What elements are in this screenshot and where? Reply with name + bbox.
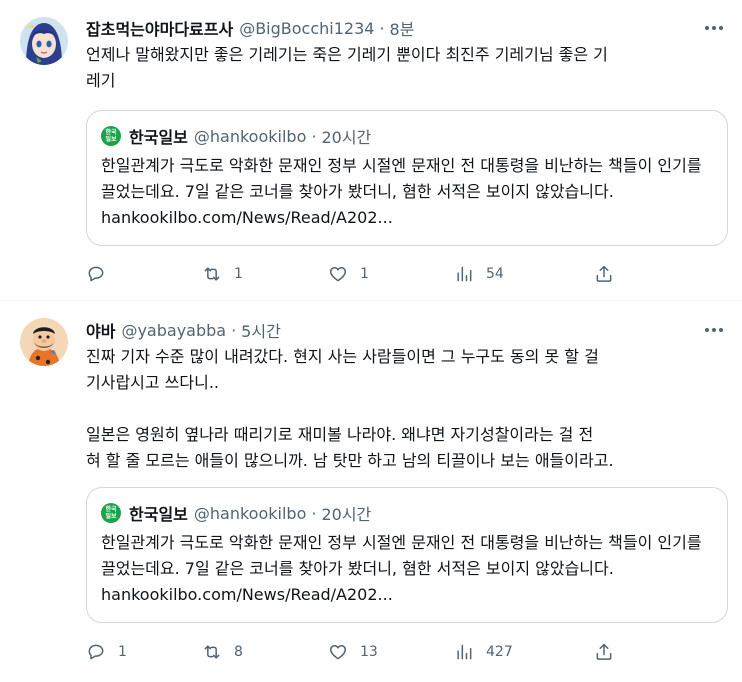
more-options-icon[interactable]: [702, 320, 726, 340]
quoted-timestamp: 20시간: [321, 128, 372, 147]
views-count: 54: [486, 266, 504, 282]
reply-icon: [88, 644, 104, 660]
author-name[interactable]: 잡초먹는야마다료프사: [86, 16, 233, 40]
quoted-tweet[interactable]: 한국 일보 한국일보 @hankookilbo · 20시간 한일관계가 극도로 …: [86, 487, 728, 623]
heart-icon: [329, 645, 347, 660]
separator: ·: [311, 503, 317, 523]
quoted-tweet-text: 한일관계가 극도로 악화한 문재인 정부 시절엔 문재인 전 대통령을 비난하는…: [101, 156, 702, 227]
views-button[interactable]: 54: [454, 256, 504, 292]
retweet-count: 1: [234, 266, 243, 282]
retweet-button[interactable]: 8: [202, 634, 243, 670]
timestamp[interactable]: 5시간: [241, 318, 281, 342]
like-count: 13: [360, 644, 378, 660]
quoted-tweet-text: 한일관계가 극도로 악화한 문재인 정부 시절엔 문재인 전 대통령을 비난하는…: [101, 533, 702, 604]
hankook-logo-icon: 한국 일보: [101, 503, 121, 523]
avatar[interactable]: [20, 318, 68, 366]
reply-icon: [88, 266, 104, 282]
share-button[interactable]: [594, 634, 614, 670]
retweet-icon: [204, 267, 220, 281]
author-handle[interactable]: @BigBocchi1234: [239, 19, 374, 38]
hankook-logo-icon: 한국 일보: [101, 126, 121, 146]
quoted-author-name: 한국일보: [129, 128, 188, 147]
share-icon: [596, 265, 612, 282]
quoted-author-handle: @hankookilbo: [193, 126, 307, 146]
share-icon: [596, 643, 612, 660]
tweet-header: 잡초먹는야마다료프사 @BigBocchi1234 · 8분: [86, 16, 414, 40]
like-button[interactable]: 13: [328, 634, 378, 670]
views-button[interactable]: 427: [454, 634, 513, 670]
like-button[interactable]: 1: [328, 256, 369, 292]
reply-count: 1: [118, 644, 127, 660]
author-name[interactable]: 야바: [86, 318, 115, 342]
anime-girl-avatar-icon: [20, 17, 68, 65]
quoted-tweet-header: 한국 일보 한국일보 @hankookilbo · 20시간: [101, 125, 371, 147]
caveman-avatar-icon: [20, 318, 68, 366]
reply-button[interactable]: [86, 256, 118, 292]
tweet-text: 언제나 말해왔지만 좋은 기레기는 죽은 기레기 뿐이다 최진주 기레기님 좋은…: [86, 45, 608, 90]
quoted-author-handle: @hankookilbo: [193, 503, 307, 523]
retweet-count: 8: [234, 644, 243, 660]
reply-button[interactable]: 1: [86, 634, 127, 670]
quoted-timestamp: 20시간: [321, 505, 372, 524]
quoted-tweet-header: 한국 일보 한국일보 @hankookilbo · 20시간: [101, 502, 371, 524]
separator: ·: [231, 320, 237, 340]
author-handle[interactable]: @yabayabba: [121, 321, 226, 340]
retweet-button[interactable]: 1: [202, 256, 243, 292]
quoted-tweet[interactable]: 한국 일보 한국일보 @hankookilbo · 20시간 한일관계가 극도로 …: [86, 110, 728, 246]
tweet-actions: 1 1 54: [80, 256, 640, 292]
timestamp[interactable]: 8분: [390, 16, 415, 40]
retweet-icon: [204, 645, 220, 659]
separator: ·: [379, 18, 385, 38]
separator: ·: [311, 126, 317, 146]
tweet[interactable]: 야바 @yabayabba · 5시간 진짜 기자 수준 많이 내려갔다. 현지…: [0, 302, 742, 682]
more-options-icon[interactable]: [702, 18, 726, 38]
tweet-actions: 1 8 13 427: [80, 634, 640, 670]
share-button[interactable]: [594, 256, 614, 292]
bar-chart-icon: [457, 644, 472, 660]
tweet-text: 진짜 기자 수준 많이 내려갔다. 현지 사는 사람들이면 그 누구도 동의 못…: [86, 347, 614, 470]
tweet[interactable]: 잡초먹는야마다료프사 @BigBocchi1234 · 8분 언제나 말해왔지만…: [0, 0, 742, 301]
heart-icon: [329, 267, 347, 282]
avatar[interactable]: [20, 17, 68, 65]
quoted-author-name: 한국일보: [129, 505, 188, 524]
like-count: 1: [360, 266, 369, 282]
views-count: 427: [486, 644, 513, 660]
bar-chart-icon: [457, 266, 472, 282]
tweet-header: 야바 @yabayabba · 5시간: [86, 318, 281, 342]
